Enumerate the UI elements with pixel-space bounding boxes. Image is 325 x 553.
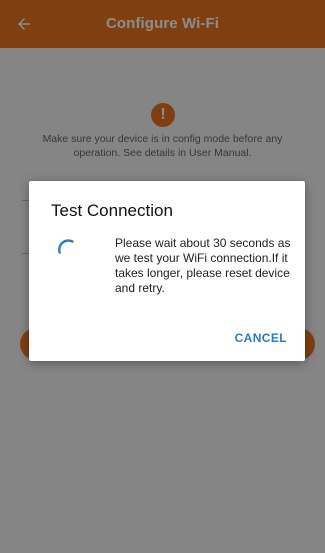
dialog-title: Test Connection <box>51 201 173 220</box>
test-connection-dialog: Test Connection Please wait about 30 sec… <box>29 181 305 361</box>
cancel-button[interactable]: CANCEL <box>235 331 287 345</box>
loading-spinner-icon <box>58 239 74 254</box>
dialog-message: Please wait about 30 seconds as we test … <box>115 236 291 295</box>
